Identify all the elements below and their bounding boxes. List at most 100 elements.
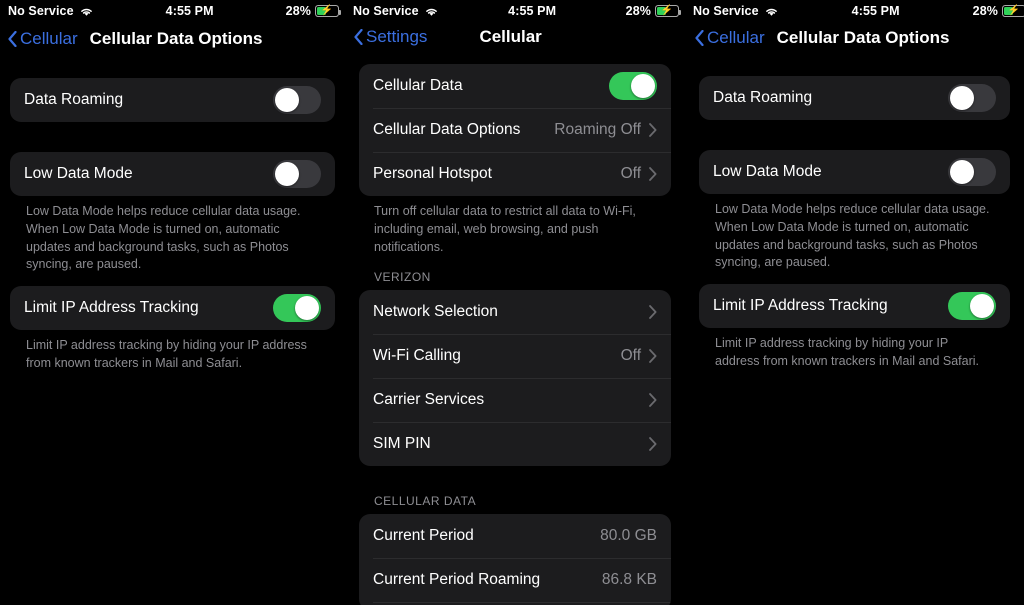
limit-ip-card: Limit IP Address Tracking bbox=[10, 286, 335, 330]
battery-percent-label: 28% bbox=[625, 4, 651, 18]
row-current-period[interactable]: Current Period 80.0 GB bbox=[359, 514, 671, 558]
back-button-label: Cellular bbox=[20, 29, 78, 48]
row-network-selection[interactable]: Network Selection bbox=[359, 290, 671, 334]
battery-charging-icon: ⚡ bbox=[1002, 5, 1024, 17]
data-roaming-toggle[interactable] bbox=[948, 84, 996, 112]
back-button[interactable]: Cellular bbox=[695, 28, 765, 48]
row-label: Current Period Roaming bbox=[373, 571, 541, 589]
limit-ip-footnote: Limit IP address tracking by hiding your… bbox=[715, 336, 979, 368]
battery-percent-label: 28% bbox=[972, 4, 998, 18]
chevron-left-icon bbox=[354, 29, 363, 45]
row-personal-hotspot[interactable]: Personal Hotspot Off bbox=[359, 152, 671, 196]
low-data-mode-toggle[interactable] bbox=[273, 160, 321, 188]
limit-ip-footnote: Limit IP address tracking by hiding your… bbox=[26, 338, 307, 370]
back-button[interactable]: Cellular bbox=[8, 29, 78, 49]
cellular-data-usage-card: Current Period 80.0 GB Current Period Ro… bbox=[359, 514, 671, 605]
settings-list: Data Roaming Low Data Mode Low Data Mode… bbox=[685, 54, 1024, 371]
panel-middle-cellular: No Service 4:55 PM 28% ⚡ Settings Cellul… bbox=[345, 0, 685, 605]
chevron-right-icon bbox=[649, 123, 657, 137]
row-carrier-services[interactable]: Carrier Services bbox=[359, 378, 671, 422]
chevron-right-icon bbox=[649, 393, 657, 408]
row-label: Network Selection bbox=[373, 303, 498, 321]
status-bar-left: No Service bbox=[8, 4, 94, 18]
row-current-period-roaming[interactable]: Current Period Roaming 86.8 KB bbox=[359, 558, 671, 602]
wifi-icon bbox=[764, 6, 779, 17]
row-limit-ip-address-tracking[interactable]: Limit IP Address Tracking bbox=[699, 284, 1010, 328]
panel-right-cellular-data-options: No Service 4:55 PM 28% ⚡ Cellular Cellul… bbox=[685, 0, 1024, 605]
carrier-card: Network Selection Wi-Fi Calling Off Carr… bbox=[359, 290, 671, 467]
row-label: Cellular Data bbox=[373, 77, 463, 94]
row-label: Wi-Fi Calling bbox=[373, 347, 461, 365]
status-bar: No Service 4:55 PM 28% ⚡ bbox=[685, 0, 1024, 22]
status-bar-time: 4:55 PM bbox=[165, 4, 214, 18]
chevron-right-icon bbox=[649, 349, 657, 364]
data-roaming-toggle[interactable] bbox=[273, 86, 321, 114]
status-bar-time: 4:55 PM bbox=[851, 4, 900, 18]
status-bar-right: 28% ⚡ bbox=[973, 4, 1024, 18]
row-label: Limit IP Address Tracking bbox=[24, 299, 199, 316]
triple-screenshot-composite: No Service 4:55 PM 28% ⚡ Cellular Cellul… bbox=[0, 0, 1024, 605]
row-data-roaming[interactable]: Data Roaming bbox=[10, 78, 335, 122]
battery-charging-icon: ⚡ bbox=[655, 5, 681, 17]
row-limit-ip-address-tracking[interactable]: Limit IP Address Tracking bbox=[10, 286, 335, 330]
section-header-carrier: VERIZON bbox=[374, 270, 431, 285]
wifi-icon bbox=[79, 6, 94, 17]
row-value: 80.0 GB bbox=[600, 527, 657, 545]
row-cellular-data[interactable]: Cellular Data bbox=[359, 64, 671, 108]
data-roaming-card: Data Roaming bbox=[10, 78, 335, 122]
page-title: Cellular bbox=[479, 27, 542, 46]
cellular-data-toggle[interactable] bbox=[609, 72, 657, 100]
limit-ip-toggle[interactable] bbox=[948, 292, 996, 320]
low-data-mode-toggle[interactable] bbox=[948, 158, 996, 186]
chevron-right-icon bbox=[649, 167, 657, 181]
row-low-data-mode[interactable]: Low Data Mode bbox=[699, 150, 1010, 194]
row-label: Data Roaming bbox=[713, 89, 813, 106]
limit-ip-toggle[interactable] bbox=[273, 294, 321, 322]
wifi-icon bbox=[424, 6, 439, 17]
row-label: Personal Hotspot bbox=[373, 165, 492, 182]
row-value: Roaming Off bbox=[554, 121, 641, 138]
status-bar-right: 28% ⚡ bbox=[625, 4, 681, 18]
row-data-roaming[interactable]: Data Roaming bbox=[699, 76, 1010, 120]
panel-left-cellular-data-options: No Service 4:55 PM 28% ⚡ Cellular Cellul… bbox=[0, 0, 345, 605]
chevron-right-icon bbox=[649, 305, 657, 320]
row-label: Carrier Services bbox=[373, 391, 485, 409]
navigation-bar: Settings Cellular bbox=[345, 22, 685, 52]
status-bar: No Service 4:55 PM 28% ⚡ bbox=[0, 0, 345, 22]
section-header-cellular-data: CELLULAR DATA bbox=[374, 494, 477, 509]
status-bar-left: No Service bbox=[353, 4, 439, 18]
back-button[interactable]: Settings bbox=[354, 27, 427, 47]
row-value: 86.8 KB bbox=[601, 571, 657, 589]
row-low-data-mode[interactable]: Low Data Mode bbox=[10, 152, 335, 196]
low-data-mode-footnote: Low Data Mode helps reduce cellular data… bbox=[26, 204, 301, 272]
battery-percent-label: 28% bbox=[285, 4, 311, 18]
settings-list: Data Roaming Low Data Mode Low Data Mode… bbox=[0, 56, 345, 373]
row-label: Low Data Mode bbox=[713, 163, 822, 180]
back-button-label: Cellular bbox=[707, 28, 765, 47]
status-bar-time: 4:55 PM bbox=[508, 4, 557, 18]
status-bar-left: No Service bbox=[693, 4, 779, 18]
row-sim-pin[interactable]: SIM PIN bbox=[359, 422, 671, 466]
data-roaming-card: Data Roaming bbox=[699, 76, 1010, 120]
page-title: Cellular Data Options bbox=[89, 29, 263, 48]
row-label: Cellular Data Options bbox=[373, 121, 521, 138]
row-label: Limit IP Address Tracking bbox=[713, 297, 888, 314]
battery-charging-icon: ⚡ bbox=[315, 5, 341, 17]
limit-ip-card: Limit IP Address Tracking bbox=[699, 284, 1010, 328]
navigation-bar: Cellular Cellular Data Options bbox=[0, 22, 345, 56]
settings-list: Cellular Data Cellular Data Options Roam… bbox=[345, 52, 685, 605]
carrier-label: No Service bbox=[353, 4, 419, 18]
carrier-label: No Service bbox=[8, 4, 74, 18]
cellular-data-footnote: Turn off cellular data to restrict all d… bbox=[374, 204, 636, 254]
row-label: SIM PIN bbox=[373, 435, 431, 453]
chevron-right-icon bbox=[649, 437, 657, 452]
chevron-left-icon bbox=[695, 30, 704, 46]
low-data-mode-footnote: Low Data Mode helps reduce cellular data… bbox=[715, 202, 990, 270]
row-cellular-data-options[interactable]: Cellular Data Options Roaming Off bbox=[359, 108, 671, 152]
row-value: Off bbox=[620, 165, 641, 182]
low-data-mode-card: Low Data Mode bbox=[10, 152, 335, 196]
status-bar: No Service 4:55 PM 28% ⚡ bbox=[345, 0, 685, 22]
row-value: Off bbox=[620, 347, 641, 365]
row-wifi-calling[interactable]: Wi-Fi Calling Off bbox=[359, 334, 671, 378]
row-label: Low Data Mode bbox=[24, 165, 133, 182]
